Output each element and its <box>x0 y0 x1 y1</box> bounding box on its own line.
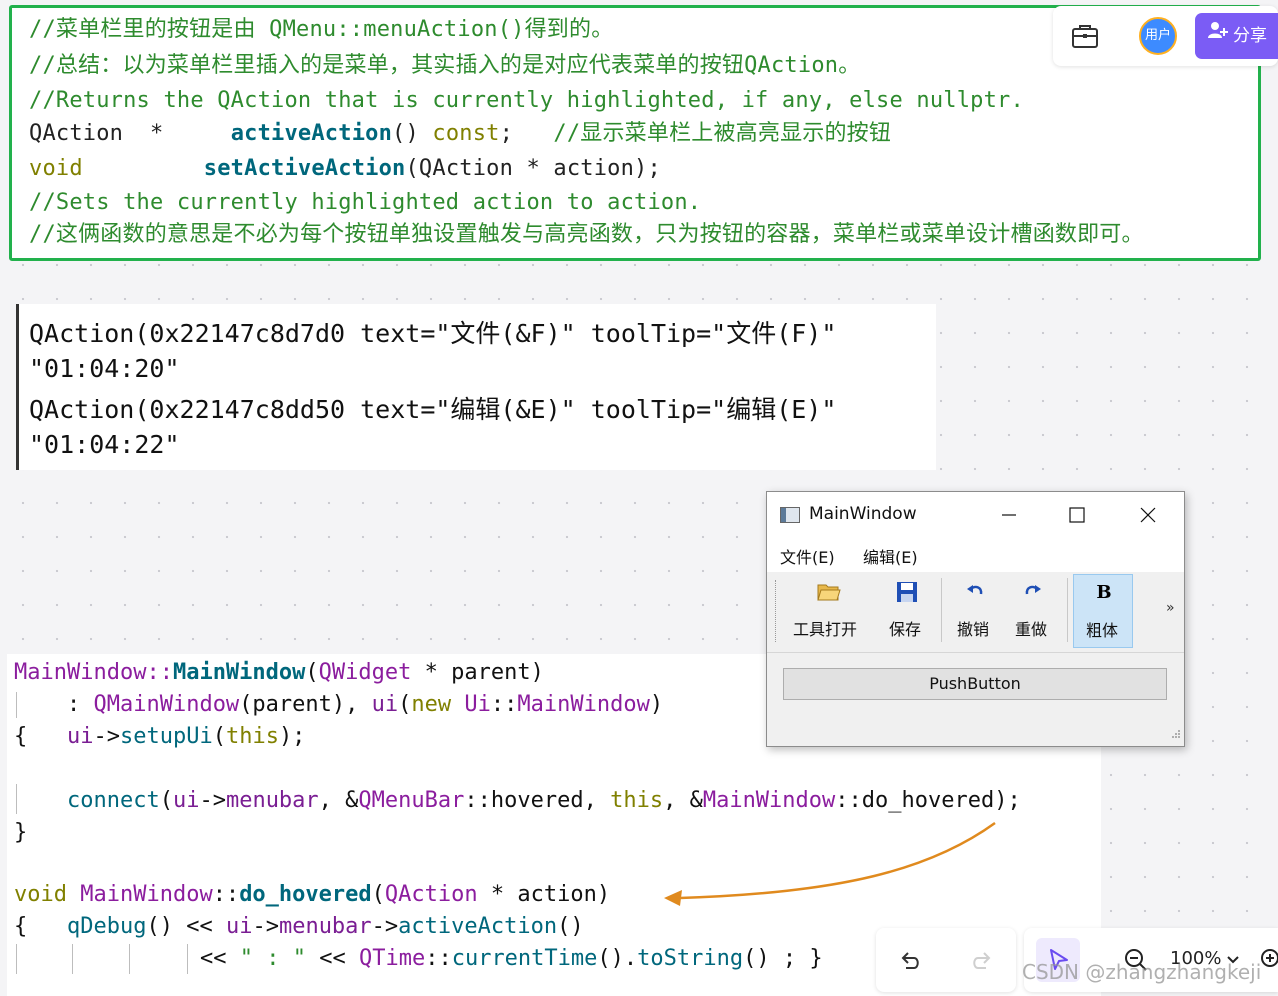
window-title: MainWindow <box>809 504 917 524</box>
toolbar-label: 重做 <box>1015 620 1048 639</box>
toolbar-handle[interactable] <box>775 580 779 642</box>
menubar: 文件(E) 编辑(E) <box>767 538 1184 572</box>
toolbar-undo-button[interactable]: 撤销 <box>949 574 1001 648</box>
toolbar-label: 粗体 <box>1086 621 1119 640</box>
toolbar-overflow-button[interactable]: » <box>1166 600 1175 616</box>
toolbar-redo-button[interactable]: 重做 <box>1007 574 1059 648</box>
window-titlebar: MainWindow <box>767 492 1184 538</box>
menu-edit[interactable]: 编辑(E) <box>863 544 918 568</box>
undo-icon[interactable] <box>896 946 924 978</box>
qt-main-window: MainWindow 文件(E) 编辑(E) 工具打开 保存 撤销 重做 B 粗… <box>766 491 1185 747</box>
menu-file[interactable]: 文件(E) <box>780 544 835 568</box>
size-grip-icon[interactable] <box>1171 724 1181 743</box>
redo-icon[interactable] <box>968 946 996 978</box>
main-toolbar: 工具打开 保存 撤销 重做 B 粗体 » <box>767 572 1184 652</box>
toolbar-label: 撤销 <box>957 620 990 639</box>
toolbar-divider <box>767 652 1184 653</box>
minimize-icon[interactable] <box>994 500 1024 530</box>
toolbar-label: 保存 <box>889 620 922 639</box>
toolbar-separator <box>1067 578 1068 642</box>
toolbar-bold-button[interactable]: B 粗体 <box>1073 574 1133 648</box>
close-icon[interactable] <box>1133 500 1163 530</box>
redo-icon <box>1021 580 1045 604</box>
app-window-icon <box>780 507 800 523</box>
undo-icon <box>963 580 987 604</box>
bold-icon: B <box>1096 582 1112 603</box>
history-toolbar <box>876 928 1016 992</box>
maximize-icon[interactable] <box>1062 500 1092 530</box>
toolbar-separator <box>941 578 942 642</box>
watermark: CSDN @zhangzhangkeji <box>1022 960 1262 984</box>
folder-open-icon <box>817 580 841 604</box>
toolbar-label: 工具打开 <box>793 620 858 639</box>
push-button[interactable]: PushButton <box>783 668 1167 700</box>
toolbar-save-button[interactable]: 保存 <box>881 574 935 648</box>
save-icon <box>895 580 919 604</box>
toolbar-open-button[interactable]: 工具打开 <box>785 574 875 648</box>
